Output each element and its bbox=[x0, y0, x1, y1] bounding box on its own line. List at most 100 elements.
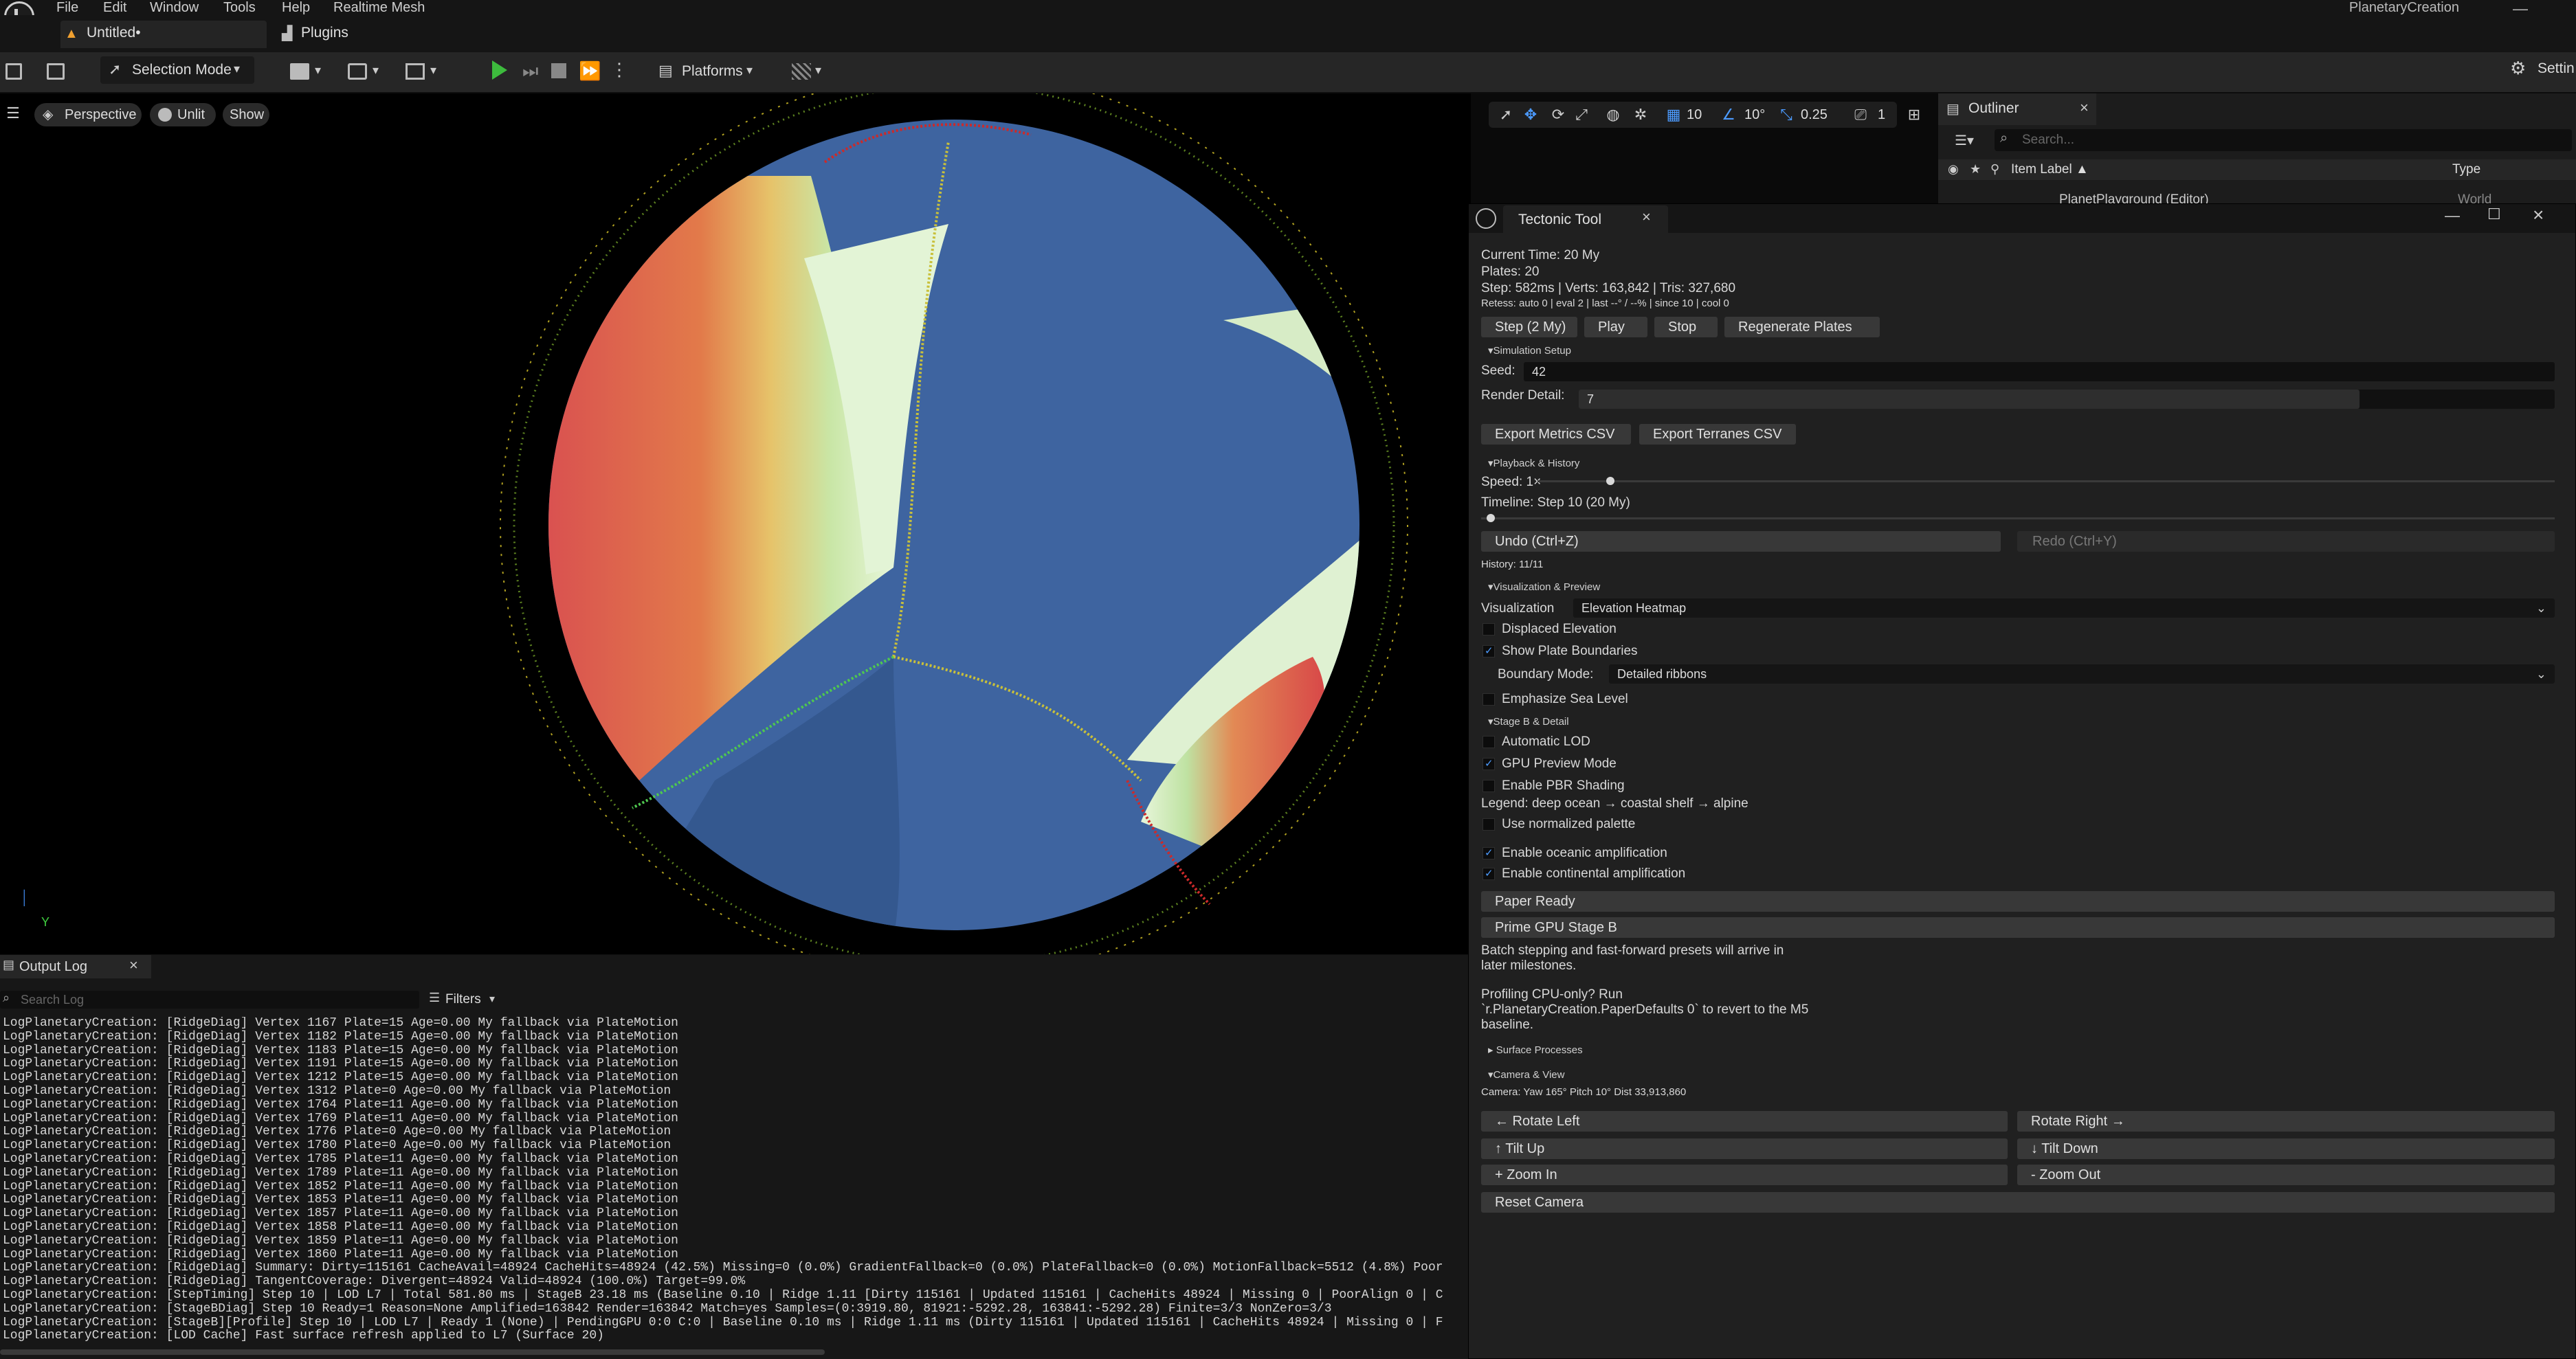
translate-icon[interactable]: ✥ bbox=[1520, 104, 1541, 125]
export-terranes-button[interactable]: Export Terranes CSV bbox=[1639, 424, 1796, 445]
menu-help[interactable]: Help bbox=[282, 0, 310, 15]
stop-button[interactable]: Stop bbox=[1654, 317, 1718, 337]
outliner-tab[interactable]: ▤ Outliner × bbox=[1938, 93, 2096, 125]
speed-slider-handle[interactable] bbox=[1606, 477, 1614, 485]
outliner-row-label[interactable]: PlanetPlayground (Editor) bbox=[2059, 192, 2209, 203]
star-icon[interactable]: ★ bbox=[1970, 162, 1981, 177]
tab-plugins[interactable]: ▟ Plugins bbox=[278, 21, 415, 48]
zoom-out-button[interactable]: - Zoom Out bbox=[2017, 1165, 2555, 1185]
window-close-icon[interactable]: × bbox=[2533, 204, 2544, 226]
render-detail-slider[interactable]: 7 bbox=[1579, 390, 2555, 409]
prime-gpu-button[interactable]: Prime GPU Stage B bbox=[1481, 917, 2555, 938]
gpu-preview-checkbox[interactable] bbox=[1483, 757, 1495, 770]
normalized-palette-checkbox[interactable] bbox=[1483, 818, 1495, 831]
compile-icon[interactable] bbox=[792, 63, 811, 80]
surface-snap-icon[interactable]: ✲ bbox=[1630, 104, 1651, 125]
close-icon[interactable]: × bbox=[2080, 99, 2089, 117]
pbr-checkbox[interactable] bbox=[1483, 780, 1495, 792]
cinematics-icon[interactable] bbox=[406, 63, 425, 80]
select-icon[interactable]: ➚ bbox=[1496, 104, 1516, 125]
close-icon[interactable]: × bbox=[129, 956, 138, 974]
grid-snap-icon[interactable]: ▦ bbox=[1663, 104, 1684, 125]
section-surface-processes[interactable]: ▸ Surface Processes bbox=[1488, 1044, 1583, 1056]
auto-lod-checkbox[interactable] bbox=[1483, 736, 1495, 748]
undo-button[interactable]: Undo (Ctrl+Z) bbox=[1481, 531, 2001, 552]
chevron-down-icon[interactable]: ▾ bbox=[373, 63, 379, 78]
chevron-down-icon[interactable]: ▾ bbox=[815, 63, 821, 78]
layout-icon[interactable]: ⊞ bbox=[1904, 104, 1924, 125]
section-visualization[interactable]: Visualization & Preview bbox=[1488, 581, 1601, 593]
scale-snap-icon[interactable]: ⤡ bbox=[1776, 104, 1797, 125]
section-camera-view[interactable]: Camera & View bbox=[1488, 1068, 1565, 1081]
rotation-snap-value[interactable]: 10° bbox=[1744, 107, 1765, 123]
menu-realtime-mesh[interactable]: Realtime Mesh bbox=[333, 0, 425, 15]
redo-button[interactable]: Redo (Ctrl+Y) bbox=[2017, 531, 2555, 552]
stop-icon[interactable] bbox=[551, 63, 566, 78]
scale-icon[interactable]: ⤢ bbox=[1571, 104, 1592, 125]
hamburger-icon[interactable]: ☰ bbox=[3, 103, 23, 124]
tilt-down-button[interactable]: ↓ Tilt Down bbox=[2017, 1138, 2555, 1159]
section-simulation-setup[interactable]: Simulation Setup bbox=[1488, 344, 1571, 357]
step-icon[interactable]: ⏭ bbox=[522, 60, 538, 82]
blueprint-icon[interactable] bbox=[348, 63, 367, 80]
show-button[interactable]: Show bbox=[223, 103, 269, 126]
rotate-right-button[interactable]: Rotate Right → bbox=[2017, 1111, 2555, 1132]
show-boundaries-checkbox[interactable] bbox=[1483, 644, 1495, 658]
section-stage-b[interactable]: Stage B & Detail bbox=[1488, 715, 1569, 728]
col-type[interactable]: Type bbox=[2452, 162, 2480, 177]
regenerate-plates-button[interactable]: Regenerate Plates bbox=[1724, 317, 1880, 337]
add-actor-icon[interactable] bbox=[290, 63, 309, 80]
platforms-dropdown[interactable]: ▤ Platforms ▾ bbox=[654, 58, 767, 85]
zoom-in-button[interactable]: + Zoom In bbox=[1481, 1165, 2008, 1185]
perspective-button[interactable]: ◈ Perspective bbox=[34, 103, 142, 126]
outliner-search-input[interactable]: ⌕ Search... bbox=[1995, 129, 2572, 151]
globe-icon[interactable]: ◍ bbox=[1603, 104, 1623, 125]
menu-window[interactable]: Window bbox=[150, 0, 199, 15]
settings-label[interactable]: Settin bbox=[2538, 60, 2575, 77]
save-icon[interactable] bbox=[5, 63, 22, 80]
col-item-label[interactable]: Item Label ▲ bbox=[2011, 162, 2089, 177]
chevron-down-icon[interactable]: ▾ bbox=[315, 63, 321, 78]
menu-edit[interactable]: Edit bbox=[103, 0, 126, 15]
menu-tools[interactable]: Tools bbox=[223, 0, 256, 15]
camera-speed-icon[interactable]: ⎚ bbox=[1850, 104, 1871, 125]
log-search-input[interactable]: ⌕ Search Log bbox=[0, 991, 419, 1009]
tab-close-icon[interactable]: × bbox=[1642, 208, 1651, 226]
grid-snap-value[interactable]: 10 bbox=[1687, 107, 1702, 123]
maximize-icon[interactable]: ☐ bbox=[2487, 205, 2501, 223]
browse-icon[interactable] bbox=[47, 63, 65, 80]
paper-ready-button[interactable]: Paper Ready bbox=[1481, 891, 2555, 912]
boundary-mode-dropdown[interactable]: Detailed ribbons ⌄ bbox=[1609, 664, 2555, 684]
export-metrics-button[interactable]: Export Metrics CSV bbox=[1481, 424, 1631, 445]
rotate-left-button[interactable]: ← Rotate Left bbox=[1481, 1111, 2008, 1132]
visibility-icon[interactable]: ◉ bbox=[1948, 162, 1959, 177]
camera-speed-value[interactable]: 1 bbox=[1878, 107, 1885, 123]
play-icon[interactable] bbox=[492, 60, 507, 80]
scale-snap-value[interactable]: 0.25 bbox=[1801, 107, 1828, 123]
log-scrollbar[interactable] bbox=[0, 1349, 825, 1355]
seed-input[interactable]: 42 bbox=[1524, 362, 2555, 381]
rotate-icon[interactable]: ⟳ bbox=[1548, 104, 1568, 125]
eject-icon[interactable]: ⏩ bbox=[579, 60, 601, 82]
menu-file[interactable]: File bbox=[56, 0, 78, 15]
section-playback-history[interactable]: Playback & History bbox=[1488, 457, 1580, 469]
selection-mode-dropdown[interactable]: ➚ Selection Mode ▾ bbox=[100, 56, 254, 84]
visualization-dropdown[interactable]: Elevation Heatmap ⌄ bbox=[1573, 598, 2555, 618]
pin-icon[interactable]: ⚲ bbox=[1990, 162, 1999, 177]
tilt-up-button[interactable]: ↑ Tilt Up bbox=[1481, 1138, 2008, 1159]
continental-amp-checkbox[interactable] bbox=[1483, 867, 1495, 880]
minimize-icon[interactable]: — bbox=[2445, 207, 2460, 225]
filters-dropdown[interactable]: ☰ Filters ▾ bbox=[428, 991, 503, 1009]
play-button[interactable]: Play bbox=[1584, 317, 1647, 337]
reset-camera-button[interactable]: Reset Camera bbox=[1481, 1192, 2555, 1213]
output-log-tab[interactable]: ▤ Output Log × bbox=[0, 955, 151, 978]
step-button[interactable]: Step (2 My) bbox=[1481, 317, 1577, 337]
timeline-slider[interactable] bbox=[1481, 517, 2555, 519]
gear-icon[interactable]: ⚙ bbox=[2510, 58, 2526, 79]
chevron-down-icon[interactable]: ▾ bbox=[430, 63, 436, 78]
unlit-button[interactable]: Unlit bbox=[150, 103, 216, 126]
speed-slider[interactable] bbox=[1537, 480, 2555, 482]
rotation-snap-icon[interactable]: ∠ bbox=[1718, 104, 1739, 125]
timeline-slider-handle[interactable] bbox=[1487, 514, 1495, 522]
filter-icon[interactable]: ☰▾ bbox=[1955, 132, 1974, 149]
